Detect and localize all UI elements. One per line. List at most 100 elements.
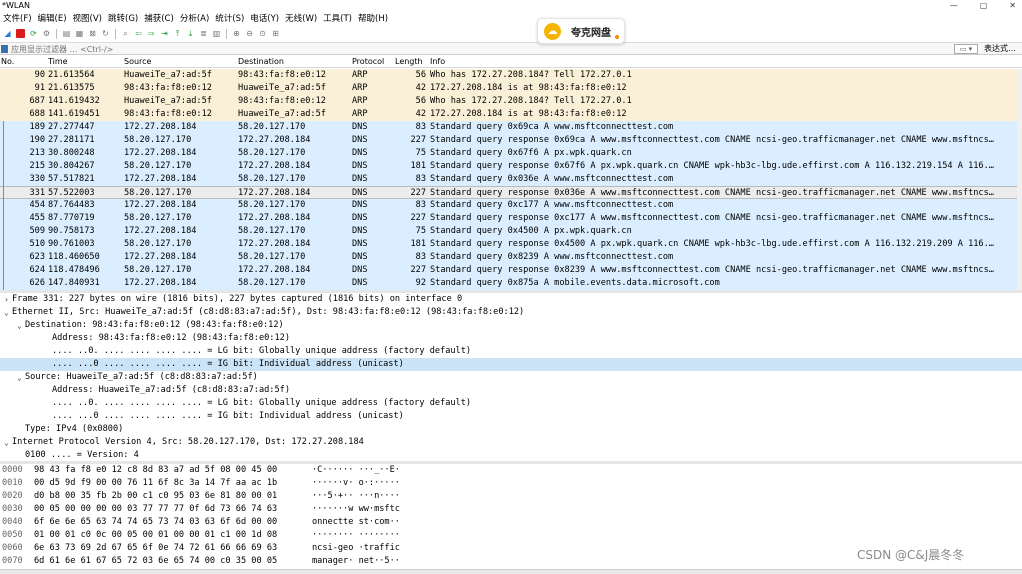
menu-telephony[interactable]: 电话(Y)	[247, 12, 282, 26]
detail-row[interactable]: .... ..0. .... .... .... .... = LG bit: …	[0, 345, 1022, 358]
column-header-protocol[interactable]: Protocol	[352, 56, 384, 68]
detail-row[interactable]: Type: IPv4 (0x0800)	[0, 423, 1022, 436]
quark-cloud-popup[interactable]: ☁ 夸克网盘	[537, 18, 625, 44]
hex-offset[interactable]: 0050	[2, 529, 23, 542]
hex-bytes[interactable]: 98 43 fa f8 e0 12 c8 8d 83 a7 ad 5f 08 0…	[34, 464, 277, 477]
detail-row[interactable]: .... ..0. .... .... .... .... = LG bit: …	[0, 397, 1022, 410]
detail-row[interactable]: ⌄ Destination: 98:43:fa:f8:e0:12 (98:43:f…	[0, 319, 1022, 332]
hex-ascii[interactable]: onnectte st·com··	[312, 516, 400, 529]
resize-columns-icon[interactable]: ⊞	[270, 28, 281, 39]
packet-list-scrollbar[interactable]	[1017, 69, 1022, 290]
find-icon[interactable]: ⌕	[120, 28, 131, 39]
packet-row[interactable]: 509 90.758173 172.27.208.184 58.20.127.170 D…	[0, 225, 1022, 238]
hex-bytes[interactable]: 00 05 00 00 00 00 03 77 77 77 0f 6d 73 6…	[34, 503, 277, 516]
hex-ascii[interactable]: manager· net··5··	[312, 555, 400, 568]
detail-row[interactable]: ⌄ Source: HuaweiTe_a7:ad:5f (c8:d8:83:a7:…	[0, 371, 1022, 384]
menu-analyze[interactable]: 分析(A)	[177, 12, 212, 26]
hex-bytes[interactable]: 6f 6e 6e 65 63 74 74 65 73 74 03 63 6f 6…	[34, 516, 277, 529]
save-icon[interactable]: ▦	[74, 28, 85, 39]
packet-row[interactable]: 91 21.613575 98:43:fa:f8:e0:12 HuaweiTe_a7:…	[0, 82, 1022, 95]
shark-fin-icon[interactable]: ◢	[2, 28, 13, 39]
autoscroll-icon[interactable]: ≣	[198, 28, 209, 39]
packet-row[interactable]: 688 141.619451 98:43:fa:f8:e0:12 HuaweiTe_a…	[0, 108, 1022, 121]
hex-bytes[interactable]: 6e 63 73 69 2d 67 65 6f 0e 74 72 61 66 6…	[34, 542, 277, 555]
packet-row[interactable]: 454 87.764483 172.27.208.184 58.20.127.170 D…	[0, 199, 1022, 212]
packet-row[interactable]: 623 118.460650 172.27.208.184 58.20.127.170…	[0, 251, 1022, 264]
hex-offset[interactable]: 0010	[2, 477, 23, 490]
first-icon[interactable]: ⤒	[172, 28, 183, 39]
zoom-reset-icon[interactable]: ⊙	[257, 28, 268, 39]
menu-file[interactable]: 文件(F)	[0, 12, 35, 26]
minimize-icon[interactable]: —	[950, 0, 958, 11]
hex-offset[interactable]: 0020	[2, 490, 23, 503]
hex-offset[interactable]: 0060	[2, 542, 23, 555]
packet-row[interactable]: 189 27.277447 172.27.208.184 58.20.127.170 D…	[0, 121, 1022, 134]
collapse-arrow-icon[interactable]: ⌄	[4, 306, 9, 319]
filter-apply-button[interactable]: ▭ ▾	[954, 44, 978, 54]
hex-ascii[interactable]: ······v· o·:·····	[312, 477, 400, 490]
detail-row[interactable]: Address: HuaweiTe_a7:ad:5f (c8:d8:83:a7:…	[0, 384, 1022, 397]
open-icon[interactable]: ▤	[61, 28, 72, 39]
hex-bytes[interactable]: d0 b8 00 35 fb 2b 00 c1 c0 95 03 6e 81 8…	[34, 490, 277, 503]
expression-button[interactable]: 表达式…	[984, 43, 1016, 55]
display-filter-input[interactable]	[9, 43, 949, 55]
column-header-destination[interactable]: Destination	[238, 56, 284, 68]
packet-row[interactable]: 330 57.517821 172.27.208.184 58.20.127.170 D…	[0, 173, 1022, 186]
expand-arrow-icon[interactable]: ›	[4, 293, 9, 306]
column-header-info[interactable]: Info	[430, 56, 445, 68]
hex-ascii[interactable]: ncsi-geo ·traffic	[312, 542, 400, 555]
hex-ascii[interactable]: ·······w ww·msftc	[312, 503, 400, 516]
hex-offset[interactable]: 0040	[2, 516, 23, 529]
menu-statistics[interactable]: 统计(S)	[212, 12, 247, 26]
column-header-no[interactable]: No.	[1, 56, 14, 68]
detail-row[interactable]: ⌄ Ethernet II, Src: HuaweiTe_a7:ad:5f (c8…	[0, 306, 1022, 319]
collapse-arrow-icon[interactable]: ⌄	[17, 319, 22, 332]
hex-ascii[interactable]: ·C······ ···_··E·	[312, 464, 400, 477]
options-icon[interactable]: ⚙	[41, 28, 52, 39]
bookmark-icon[interactable]	[1, 45, 8, 53]
packet-row[interactable]: 90 21.613564 HuaweiTe_a7:ad:5f 98:43:fa:f8:…	[0, 69, 1022, 82]
detail-row[interactable]: .... ...0 .... .... .... .... = IG bit: …	[0, 410, 1022, 423]
forward-icon[interactable]: ⇨	[146, 28, 157, 39]
reload-icon[interactable]: ↻	[100, 28, 111, 39]
menu-tools[interactable]: 工具(T)	[320, 12, 355, 26]
menu-help[interactable]: 帮助(H)	[355, 12, 391, 26]
hex-offset[interactable]: 0030	[2, 503, 23, 516]
zoom-out-icon[interactable]: ⊖	[244, 28, 255, 39]
restore-icon[interactable]: ▢	[980, 0, 988, 11]
hex-offset[interactable]: 0000	[2, 464, 23, 477]
menu-capture[interactable]: 捕获(C)	[141, 12, 177, 26]
close-icon[interactable]: ✕	[1009, 0, 1016, 11]
menu-edit[interactable]: 编辑(E)	[35, 12, 70, 26]
close-file-icon[interactable]: ⊠	[87, 28, 98, 39]
stop-icon[interactable]	[15, 28, 26, 39]
restart-icon[interactable]: ⟳	[28, 28, 39, 39]
packet-row[interactable]: 331 57.522003 58.20.127.170 172.27.208.184 D…	[0, 186, 1022, 199]
menu-go[interactable]: 跳转(G)	[105, 12, 141, 26]
goto-icon[interactable]: ⇥	[159, 28, 170, 39]
hex-ascii[interactable]: ········ ········	[312, 529, 400, 542]
last-icon[interactable]: ⤓	[185, 28, 196, 39]
hex-bytes[interactable]: 01 00 01 c0 0c 00 05 00 01 00 00 01 c1 0…	[34, 529, 277, 542]
menu-wireless[interactable]: 无线(W)	[282, 12, 320, 26]
collapse-arrow-icon[interactable]: ⌄	[4, 436, 9, 449]
column-header-source[interactable]: Source	[124, 56, 151, 68]
packet-row[interactable]: 624 118.478496 58.20.127.170 172.27.208.184…	[0, 264, 1022, 277]
detail-row[interactable]: 0100 .... = Version: 4	[0, 449, 1022, 461]
detail-row[interactable]: .... ...0 .... .... .... .... = IG bit: …	[0, 358, 1022, 371]
column-header-time[interactable]: Time	[48, 56, 68, 68]
colorize-icon[interactable]: ▥	[211, 28, 222, 39]
packet-row[interactable]: 510 90.761003 58.20.127.170 172.27.208.184 D…	[0, 238, 1022, 251]
hex-ascii[interactable]: ···5·+·· ···n····	[312, 490, 400, 503]
packet-row[interactable]: 215 30.804267 58.20.127.170 172.27.208.184 D…	[0, 160, 1022, 173]
detail-row[interactable]: ⌄ Internet Protocol Version 4, Src: 58.20…	[0, 436, 1022, 449]
packet-row[interactable]: 687 141.619432 HuaweiTe_a7:ad:5f 98:43:fa:f…	[0, 95, 1022, 108]
detail-row[interactable]: Address: 98:43:fa:f8:e0:12 (98:43:fa:f8:…	[0, 332, 1022, 345]
column-header-length[interactable]: Length	[395, 56, 423, 68]
packet-row[interactable]: 455 87.770719 58.20.127.170 172.27.208.184 D…	[0, 212, 1022, 225]
zoom-in-icon[interactable]: ⊕	[231, 28, 242, 39]
hex-bytes[interactable]: 6d 61 6e 61 67 65 72 03 6e 65 74 00 c0 3…	[34, 555, 277, 568]
collapse-arrow-icon[interactable]: ⌄	[17, 371, 22, 384]
packet-row[interactable]: 626 147.840931 172.27.208.184 58.20.127.170…	[0, 277, 1022, 290]
hex-bytes[interactable]: 00 d5 9d f9 00 00 76 11 6f 8c 3a 14 7f a…	[34, 477, 277, 490]
